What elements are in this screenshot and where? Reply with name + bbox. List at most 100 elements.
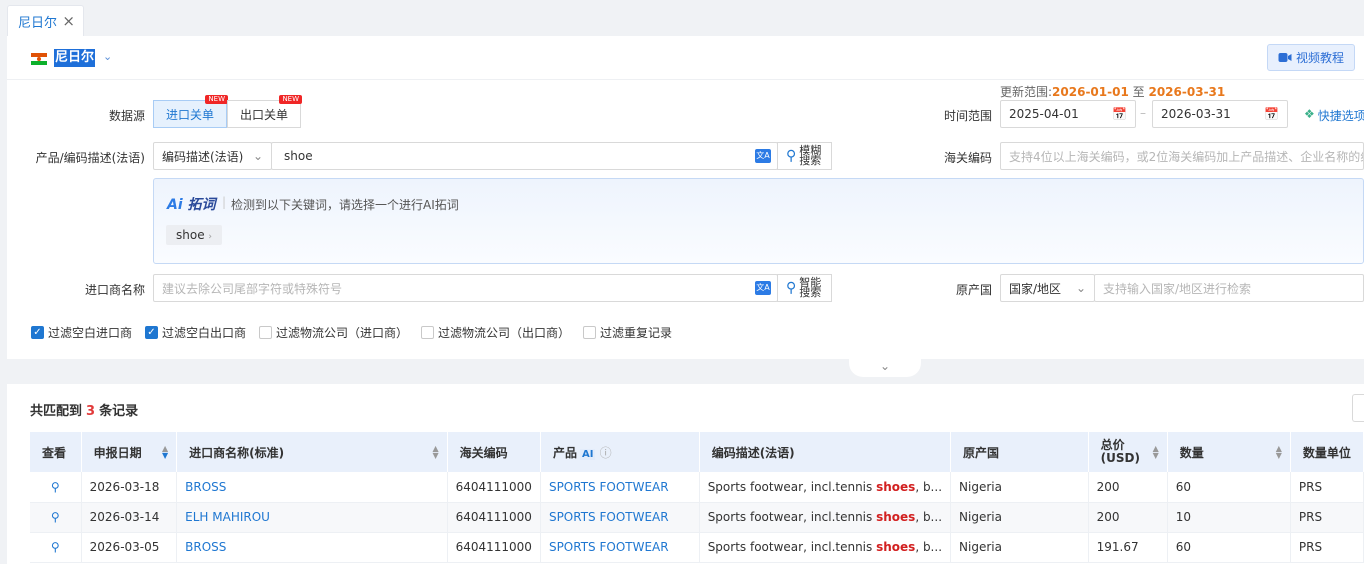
- cell-product-link[interactable]: SPORTS FOOTWEAR: [540, 472, 700, 503]
- quick-options-link[interactable]: ❖ 快捷选项: [1304, 107, 1364, 124]
- filter-blank-importer[interactable]: ✓ 过滤空白进口商: [31, 324, 132, 341]
- col-date[interactable]: 申报日期 ▲ ▼: [81, 432, 178, 472]
- cell-description: Sports footwear, incl.tennis shoes, b...: [699, 532, 952, 563]
- product-search-input[interactable]: shoe 文A: [271, 142, 778, 170]
- info-icon[interactable]: ⓘ: [600, 446, 612, 460]
- quick-options-icon: ❖: [1304, 107, 1315, 121]
- cell-total: 200: [1088, 502, 1168, 533]
- table-row: ⚲ 2026-03-18 BROSS 6404111000 SPORTS FOO…: [30, 472, 1364, 503]
- import-label: 进口关单: [166, 107, 215, 122]
- cell-importer-link[interactable]: BROSS: [176, 472, 448, 503]
- date-separator: –: [1140, 106, 1146, 120]
- col-importer[interactable]: 进口商名称(标准) ▲ ▼: [176, 432, 448, 472]
- desc-text: , b...: [915, 510, 943, 524]
- desc-text: Sports footwear, incl.tennis: [707, 510, 877, 524]
- filter-label: 过滤空白出口商: [162, 326, 247, 340]
- collapse-toggle[interactable]: ⌄: [849, 359, 921, 377]
- col-quantity-label: 数量: [1179, 445, 1204, 460]
- ai-title: Ai 拓词: [167, 194, 216, 214]
- video-icon: [1278, 53, 1292, 62]
- tab-niger[interactable]: 尼日尔 ×: [7, 5, 84, 36]
- range-sep: 至: [1132, 85, 1145, 99]
- col-total[interactable]: 总价 (USD) ▲ ▼: [1088, 432, 1168, 472]
- view-icon[interactable]: ⚲: [30, 532, 82, 563]
- sort-icon[interactable]: ▲ ▼: [1153, 445, 1159, 460]
- quick-options-label: 快捷选项: [1317, 109, 1364, 123]
- chevron-down-icon[interactable]: ⌄: [103, 50, 112, 63]
- export-option[interactable]: 出口关单 NEW: [227, 95, 303, 128]
- sort-icon[interactable]: ▲ ▼: [162, 445, 168, 460]
- count-number: 3: [86, 404, 96, 419]
- panel-header: 尼日尔 ⌄ 视频教程: [7, 36, 1364, 80]
- cell-origin: Nigeria: [950, 472, 1089, 503]
- hs-code-placeholder: 支持4位以上海关编码，或2位海关编码加上产品描述、企业名称的组合: [1009, 149, 1363, 164]
- checkbox[interactable]: [421, 326, 434, 339]
- country-name[interactable]: 尼日尔: [54, 49, 96, 67]
- view-icon[interactable]: ⚲: [30, 472, 82, 503]
- checkbox[interactable]: [583, 326, 596, 339]
- translate-icon[interactable]: 文A: [755, 281, 771, 295]
- keyword-chip[interactable]: shoe ›: [166, 225, 223, 245]
- origin-input[interactable]: 支持输入国家/地区进行检索: [1094, 274, 1364, 302]
- filter-blank-exporter[interactable]: ✓ 过滤空白出口商: [145, 324, 246, 341]
- cell-origin: Nigeria: [950, 532, 1089, 563]
- filter-label: 过滤物流公司（出口商）: [438, 326, 571, 340]
- desc-text: Sports footwear, incl.tennis: [707, 479, 877, 494]
- search-icon: ⚲: [786, 280, 797, 296]
- cell-product-link[interactable]: SPORTS FOOTWEAR: [540, 502, 700, 533]
- col-origin: 原产国: [950, 432, 1089, 472]
- sort-icon[interactable]: ▲ ▼: [1276, 445, 1282, 460]
- date-to-input[interactable]: 2026-03-31 📅: [1152, 100, 1288, 128]
- col-quantity[interactable]: 数量 ▲ ▼: [1167, 432, 1291, 472]
- checkbox[interactable]: [259, 326, 272, 339]
- cell-hs: 6404111000: [447, 532, 541, 563]
- cell-importer-link[interactable]: ELH MAHIROU: [176, 502, 448, 533]
- results-panel: 共匹配到 3 条记录 查看 申报日期 ▲ ▼ 进口商名称(标准) ▲ ▼ 海关编码 产品 AI…: [7, 384, 1364, 564]
- range-end: 2026-03-31: [1148, 85, 1226, 99]
- cell-qty: 60: [1167, 472, 1291, 503]
- filter-logistics-importer[interactable]: 过滤物流公司（进口商）: [259, 324, 408, 341]
- smart-search-button[interactable]: ⚲ 智能搜索: [777, 274, 833, 302]
- filter-label: 过滤物流公司（进口商）: [276, 326, 409, 340]
- time-range-label: 时间范围: [943, 109, 992, 123]
- source-label: 数据源: [108, 109, 145, 123]
- import-option[interactable]: 进口关单 NEW: [153, 95, 229, 128]
- product-search-value: shoe: [284, 149, 313, 163]
- side-panel-button[interactable]: [1352, 394, 1364, 422]
- ai-icon: Ai: [167, 197, 183, 213]
- sort-icon[interactable]: ▲ ▼: [432, 445, 438, 460]
- ai-badge: AI: [579, 448, 596, 460]
- checkbox-checked[interactable]: ✓: [145, 326, 158, 339]
- smart-search-label: 智能搜索: [799, 276, 822, 299]
- origin-select[interactable]: 国家/地区 ⌄: [1000, 274, 1095, 302]
- date-from-input[interactable]: 2025-04-01 📅: [1000, 100, 1136, 128]
- hs-code-input[interactable]: 支持4位以上海关编码，或2位海关编码加上产品描述、企业名称的组合: [1000, 142, 1364, 170]
- product-field-select[interactable]: 编码描述(法语) ⌄: [153, 142, 272, 170]
- origin-label: 原产国: [955, 283, 992, 297]
- fuzzy-search-button[interactable]: ⚲ 模糊搜索: [777, 142, 833, 170]
- cell-importer-link[interactable]: BROSS: [176, 532, 448, 563]
- col-product-label: 产品: [552, 445, 577, 460]
- niger-flag-icon: [31, 53, 47, 65]
- ai-expand-panel: Ai 拓词 | 检测到以下关键词，请选择一个进行AI拓词 shoe ›: [153, 178, 1364, 264]
- result-count: 共匹配到 3 条记录: [30, 400, 138, 419]
- range-prefix: 更新范围:: [1000, 85, 1053, 99]
- importer-input[interactable]: 建议去除公司尾部字符或特殊符号 文A: [153, 274, 778, 302]
- cell-product-link[interactable]: SPORTS FOOTWEAR: [540, 532, 700, 563]
- filter-duplicates[interactable]: 过滤重复记录: [583, 324, 672, 341]
- update-range: 更新范围:2026-01-01 至 2026-03-31: [1000, 83, 1225, 100]
- col-importer-label: 进口商名称(标准): [189, 445, 285, 460]
- divider: |: [222, 195, 227, 209]
- view-icon[interactable]: ⚲: [30, 502, 82, 533]
- translate-icon[interactable]: 文A: [755, 149, 771, 163]
- date-to-value: 2026-03-31: [1161, 107, 1231, 121]
- results-table: 查看 申报日期 ▲ ▼ 进口商名称(标准) ▲ ▼ 海关编码 产品 AI ⓘ 编码描述(法…: [30, 432, 1364, 563]
- video-tutorial-button[interactable]: 视频教程: [1267, 44, 1355, 71]
- tab-label: 尼日尔: [18, 15, 58, 31]
- cell-description: Sports footwear, incl.tennis shoes, b...: [699, 472, 952, 503]
- close-icon[interactable]: ×: [62, 12, 75, 30]
- checkbox-checked[interactable]: ✓: [31, 326, 44, 339]
- filter-logistics-exporter[interactable]: 过滤物流公司（出口商）: [421, 324, 570, 341]
- origin-placeholder: 支持输入国家/地区进行检索: [1103, 281, 1252, 296]
- search-icon: ⚲: [786, 148, 797, 164]
